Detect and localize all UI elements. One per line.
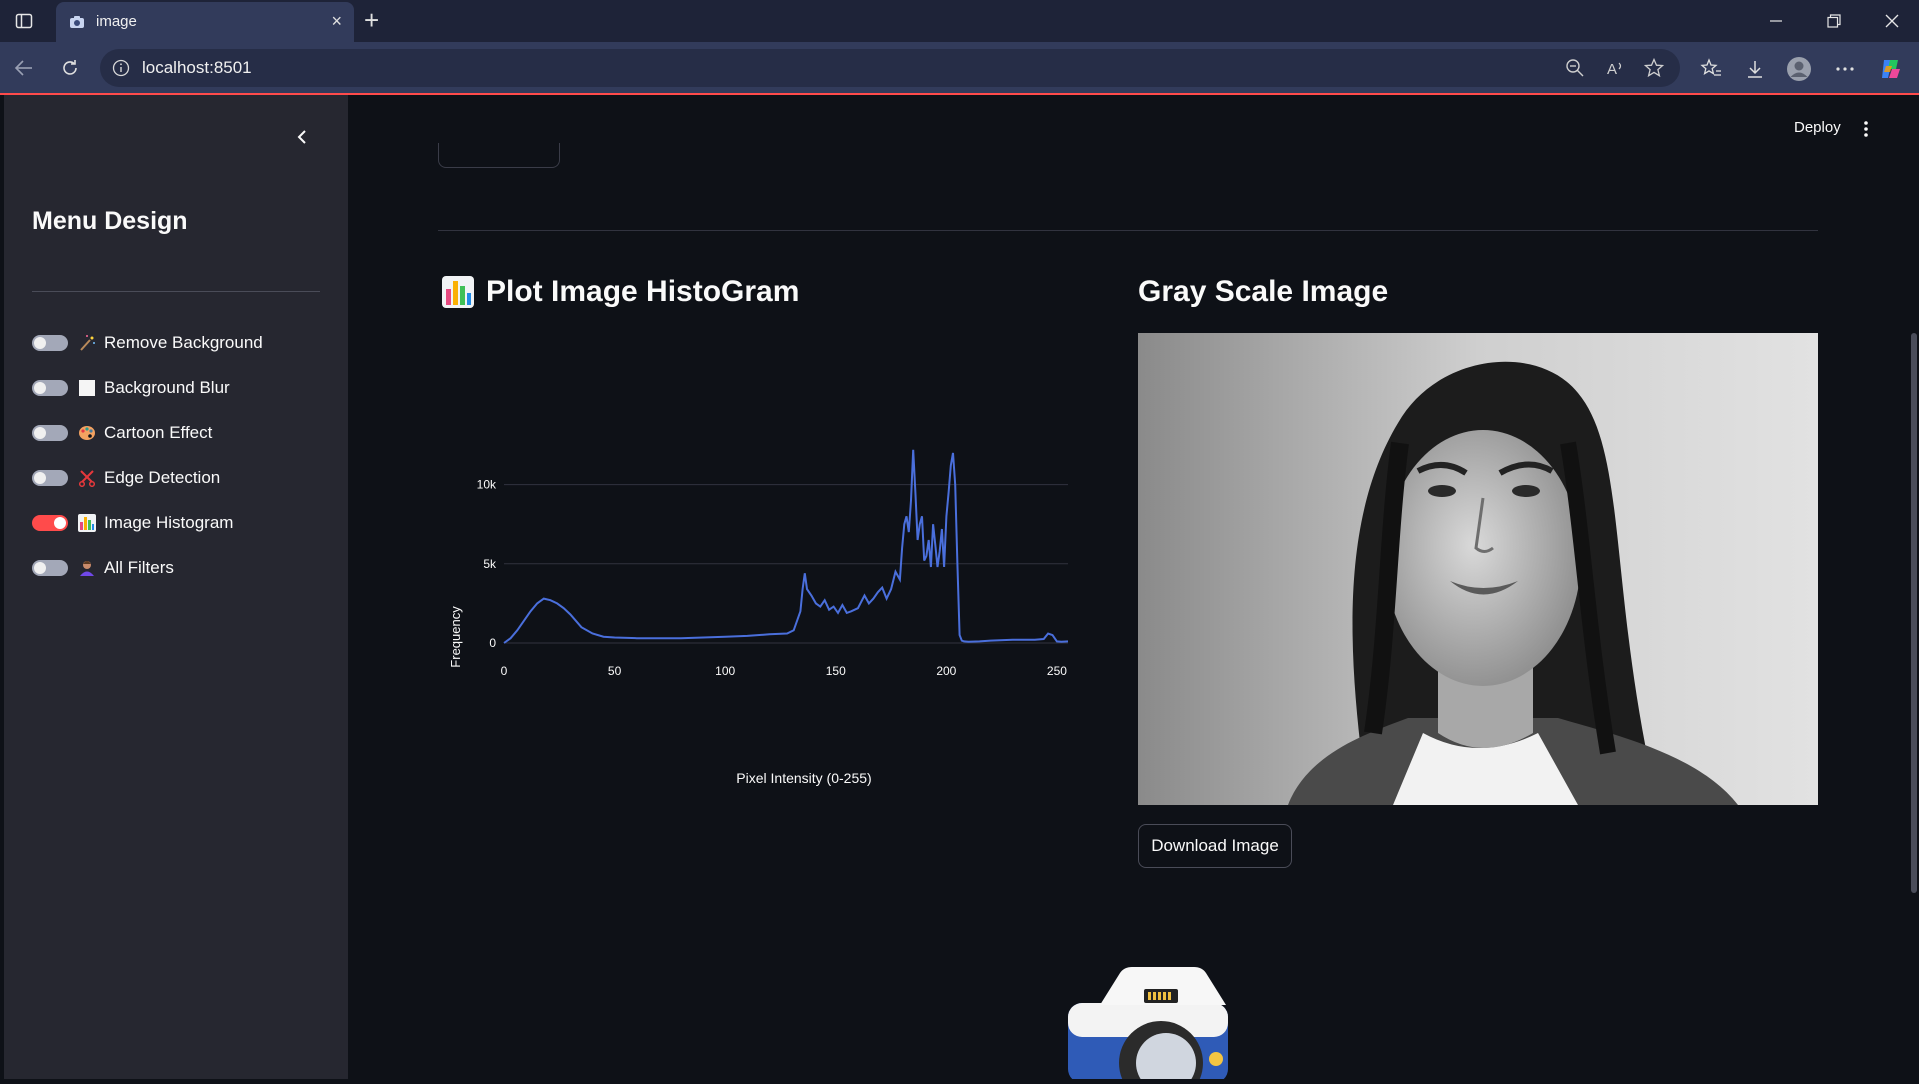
toggle-switch[interactable] xyxy=(32,470,68,486)
palette-icon xyxy=(78,424,96,442)
camera-illustration xyxy=(1028,963,1268,1084)
url-bar[interactable]: localhost:8501 A xyxy=(100,49,1680,87)
back-icon[interactable] xyxy=(12,56,36,80)
collapse-sidebar-icon[interactable] xyxy=(290,125,314,149)
tab-close-icon[interactable]: × xyxy=(331,11,342,31)
copilot-icon[interactable] xyxy=(1878,56,1904,82)
url-text: localhost:8501 xyxy=(142,58,252,77)
grayscale-heading: Gray Scale Image xyxy=(1138,275,1389,308)
reload-icon[interactable] xyxy=(58,56,82,80)
x-tick-label: 0 xyxy=(501,664,508,678)
toggle-background-blur[interactable]: Background Blur xyxy=(32,374,230,402)
y-tick-label: 5k xyxy=(483,557,497,571)
scissors-icon xyxy=(78,469,96,487)
x-tick-label: 100 xyxy=(715,664,735,678)
histogram-line xyxy=(503,449,1069,644)
y-tick-label: 0 xyxy=(489,636,496,650)
toggle-switch[interactable] xyxy=(32,380,68,396)
browser-tab-bar: image × + xyxy=(0,0,1919,42)
tab-title: image xyxy=(96,13,137,30)
deploy-button[interactable]: Deploy xyxy=(1794,119,1841,136)
restore-icon[interactable] xyxy=(1822,10,1846,32)
section-divider xyxy=(438,230,1818,231)
toggle-image-histogram[interactable]: Image Histogram xyxy=(32,509,233,537)
white-square-icon xyxy=(78,379,96,397)
new-tab-icon[interactable]: + xyxy=(364,6,379,34)
x-tick-label: 150 xyxy=(826,664,846,678)
toggle-label: Cartoon Effect xyxy=(104,423,213,442)
histogram-heading-row: Plot Image HistoGram xyxy=(442,275,799,309)
sidebar-title: Menu Design xyxy=(32,207,188,235)
read-aloud-icon[interactable]: A xyxy=(1605,57,1627,79)
favorite-star-icon[interactable] xyxy=(1643,57,1665,79)
toggle-label: Remove Background xyxy=(104,333,263,352)
page-scrollbar[interactable] xyxy=(1911,333,1917,893)
toggle-switch[interactable] xyxy=(32,335,68,351)
toggle-label: Background Blur xyxy=(104,378,230,397)
y-tick-label: 10k xyxy=(477,478,497,492)
grayscale-image xyxy=(1138,333,1818,805)
main-content: Deploy Plot Image HistoGram Gray Scale I… xyxy=(348,95,1919,1084)
grayscale-heading-block: Gray Scale Image xyxy=(1138,275,1388,309)
downloads-icon[interactable] xyxy=(1742,56,1768,82)
x-tick-label: 250 xyxy=(1047,664,1067,678)
histogram-heading: Plot Image HistoGram xyxy=(486,275,800,308)
toggle-switch[interactable] xyxy=(32,515,68,531)
more-options-icon[interactable] xyxy=(1832,56,1858,82)
toggle-label: All Filters xyxy=(104,558,174,577)
profile-avatar-icon[interactable] xyxy=(1786,56,1812,82)
zoom-out-icon[interactable] xyxy=(1564,57,1586,79)
minimize-icon[interactable] xyxy=(1764,10,1788,32)
scrolled-button-edge[interactable] xyxy=(438,143,560,168)
toggle-all-filters[interactable]: All Filters xyxy=(32,554,174,582)
sidebar-divider xyxy=(32,291,320,292)
download-image-button[interactable]: Download Image xyxy=(1138,824,1292,868)
main-menu-icon[interactable] xyxy=(1860,117,1872,141)
person-icon xyxy=(78,559,96,577)
y-axis-label: Frequency xyxy=(448,606,463,668)
toggle-remove-background[interactable]: Remove Background xyxy=(32,329,263,357)
x-axis-label: Pixel Intensity (0-255) xyxy=(736,770,871,786)
toggle-label: Image Histogram xyxy=(104,513,234,532)
bar-chart-icon xyxy=(78,514,96,532)
camera-favicon-icon xyxy=(68,13,86,31)
toggle-label: Edge Detection xyxy=(104,468,221,487)
svg-text:A: A xyxy=(1607,61,1617,78)
favorites-icon[interactable] xyxy=(1698,56,1724,82)
address-toolbar: localhost:8501 A xyxy=(0,42,1919,94)
sidebar-toggle-icon[interactable] xyxy=(12,9,36,33)
x-tick-label: 50 xyxy=(608,664,622,678)
window-close-icon[interactable] xyxy=(1880,10,1904,32)
bar-chart-icon xyxy=(442,276,474,308)
toggle-switch[interactable] xyxy=(32,560,68,576)
toggle-cartoon-effect[interactable]: Cartoon Effect xyxy=(32,419,212,447)
toggle-switch[interactable] xyxy=(32,425,68,441)
x-tick-label: 200 xyxy=(936,664,956,678)
sidebar: Menu Design Remove Background Background… xyxy=(4,95,348,1079)
magic-wand-icon xyxy=(78,334,96,352)
browser-tab[interactable]: image × xyxy=(56,2,354,42)
toggle-edge-detection[interactable]: Edge Detection xyxy=(32,464,220,492)
histogram-chart[interactable]: 0 5k 10k 0 50 100 150 200 250 Pixel Intensity (… xyxy=(438,425,1078,805)
site-info-icon[interactable] xyxy=(112,59,130,77)
